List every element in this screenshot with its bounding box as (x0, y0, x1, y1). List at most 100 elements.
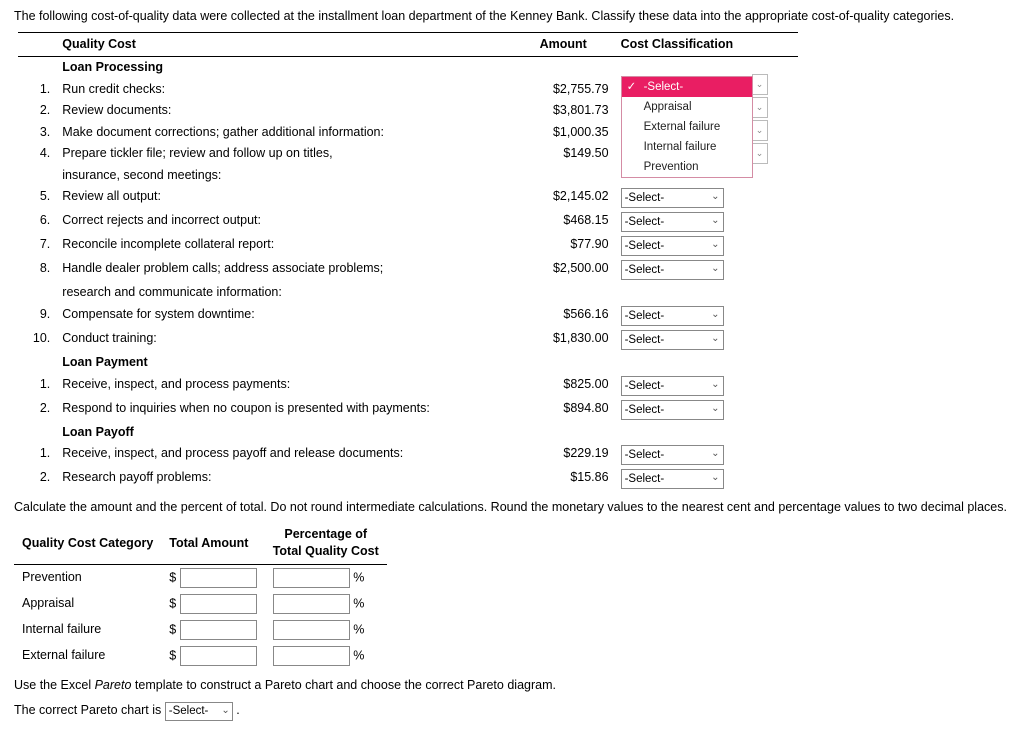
row-amount: $149.50 (512, 143, 615, 165)
dollar-sign: $ (169, 570, 176, 584)
pct-input[interactable] (273, 594, 350, 614)
total-amount-input[interactable] (180, 646, 257, 666)
row-num: 7. (18, 234, 56, 258)
pct-input[interactable] (273, 646, 350, 666)
total-amount-input[interactable] (180, 620, 257, 640)
row-num: 10. (18, 328, 56, 352)
row-label: Conduct training: (56, 328, 512, 352)
chevron-down-icon: ⌄ (711, 238, 719, 252)
row-num: 2. (18, 467, 56, 491)
row-amount: $2,145.02 (512, 186, 615, 210)
row-num: 4. (18, 143, 56, 165)
row-num: 9. (18, 304, 56, 328)
cat-row-label: Appraisal (14, 591, 161, 617)
pareto-italic: Pareto (95, 678, 132, 692)
pct-sign: % (353, 570, 364, 584)
pct-input[interactable] (273, 568, 350, 588)
row-num: 8. (18, 258, 56, 282)
total-amount-input[interactable] (180, 594, 257, 614)
option-appraisal[interactable]: Appraisal (622, 97, 752, 117)
row-label: Reconcile incomplete collateral report: (56, 234, 512, 258)
chevron-down-icon: ⌄ (711, 378, 719, 392)
chevron-down-icon: ⌄ (711, 308, 719, 322)
chevron-down-icon: ⌄ (711, 471, 719, 485)
row-num: 1. (18, 79, 56, 101)
chevron-down-icon: ⌄ (711, 262, 719, 276)
row-amount: $825.00 (512, 374, 615, 398)
check-icon: ✓ (627, 79, 637, 95)
classification-select[interactable]: -Select-⌄ (621, 236, 724, 256)
mini-select[interactable]: ⌄ (752, 120, 768, 141)
mini-select[interactable]: ⌄ (752, 143, 768, 164)
row-label: Receive, inspect, and process payments: (56, 374, 512, 398)
row-amount: $2,755.79 (512, 79, 615, 101)
classification-select[interactable]: -Select-⌄ (621, 376, 724, 396)
option-prevention[interactable]: Prevention (622, 157, 752, 177)
cat-header-total: Total Amount (161, 523, 264, 565)
row-label: Handle dealer problem calls; address ass… (56, 258, 512, 282)
subhead-loan-payoff: Loan Payoff (56, 422, 798, 444)
row-num: 2. (18, 100, 56, 122)
option-select[interactable]: -Select- (644, 81, 684, 93)
classification-select[interactable]: -Select-⌄ (621, 306, 724, 326)
classification-select[interactable]: -Select-⌄ (621, 445, 724, 465)
header-cost: Quality Cost (56, 32, 512, 57)
row-amount: $468.15 (512, 210, 615, 234)
row-num: 5. (18, 186, 56, 210)
stacked-selects: ⌄ ⌄ ⌄ ⌄ (752, 74, 768, 164)
pct-sign: % (353, 622, 364, 636)
row-label: Run credit checks: (56, 79, 512, 101)
option-external-failure[interactable]: External failure (622, 117, 752, 137)
row-amount: $894.80 (512, 398, 615, 422)
row-label: Respond to inquiries when no coupon is p… (56, 398, 512, 422)
classification-select[interactable]: -Select-⌄ (621, 469, 724, 489)
pct-sign: % (353, 596, 364, 610)
classification-select[interactable]: -Select-⌄ (621, 330, 724, 350)
row-num: 1. (18, 374, 56, 398)
classification-select[interactable]: -Select-⌄ (621, 212, 724, 232)
quality-cost-table: Quality Cost Amount Cost Classification … (18, 32, 798, 492)
dollar-sign: $ (169, 648, 176, 662)
header-amount: Amount (512, 32, 615, 57)
instruction-text: The following cost-of-quality data were … (14, 8, 1010, 26)
row-label: Correct rejects and incorrect output: (56, 210, 512, 234)
option-internal-failure[interactable]: Internal failure (622, 137, 752, 157)
cat-row-label: Prevention (14, 564, 161, 591)
row-amount: $15.86 (512, 467, 615, 491)
pareto-answer-line: The correct Pareto chart is -Select-⌄ . (14, 702, 1010, 720)
chevron-down-icon: ⌄ (711, 402, 719, 416)
classification-select[interactable]: -Select-⌄ (621, 260, 724, 280)
row-label: Research payoff problems: (56, 467, 512, 491)
pct-sign: % (353, 648, 364, 662)
row-label-cont: research and communicate information: (56, 282, 512, 304)
classification-select[interactable]: -Select-⌄ (621, 400, 724, 420)
row-num: 6. (18, 210, 56, 234)
row-amount: $77.90 (512, 234, 615, 258)
cat-row-label: External failure (14, 643, 161, 669)
cat-header-pct: Percentage ofTotal Quality Cost (265, 523, 387, 565)
dollar-sign: $ (169, 622, 176, 636)
cat-row-label: Internal failure (14, 617, 161, 643)
row-label: Compensate for system downtime: (56, 304, 512, 328)
chevron-down-icon: ⌄ (711, 190, 719, 204)
row-label: Prepare tickler file; review and follow … (56, 143, 512, 165)
mini-select[interactable]: ⌄ (752, 74, 768, 95)
row-label: Receive, inspect, and process payoff and… (56, 443, 512, 467)
calc-instruction: Calculate the amount and the percent of … (14, 499, 1010, 517)
pct-input[interactable] (273, 620, 350, 640)
row-amount: $566.16 (512, 304, 615, 328)
cat-header-category: Quality Cost Category (14, 523, 161, 565)
row-amount: $3,801.73 (512, 100, 615, 122)
classification-select[interactable]: -Select-⌄ (621, 188, 724, 208)
row-num: 2. (18, 398, 56, 422)
chevron-down-icon: ⌄ (711, 332, 719, 346)
row-label: Review documents: (56, 100, 512, 122)
subhead-loan-payment: Loan Payment (56, 352, 798, 374)
mini-select[interactable]: ⌄ (752, 97, 768, 118)
pareto-select[interactable]: -Select-⌄ (165, 702, 233, 720)
pareto-instruction: Use the Excel Pareto template to constru… (14, 677, 1010, 695)
header-classification: Cost Classification (615, 32, 798, 57)
total-amount-input[interactable] (180, 568, 257, 588)
row-label: Review all output: (56, 186, 512, 210)
row-amount: $229.19 (512, 443, 615, 467)
